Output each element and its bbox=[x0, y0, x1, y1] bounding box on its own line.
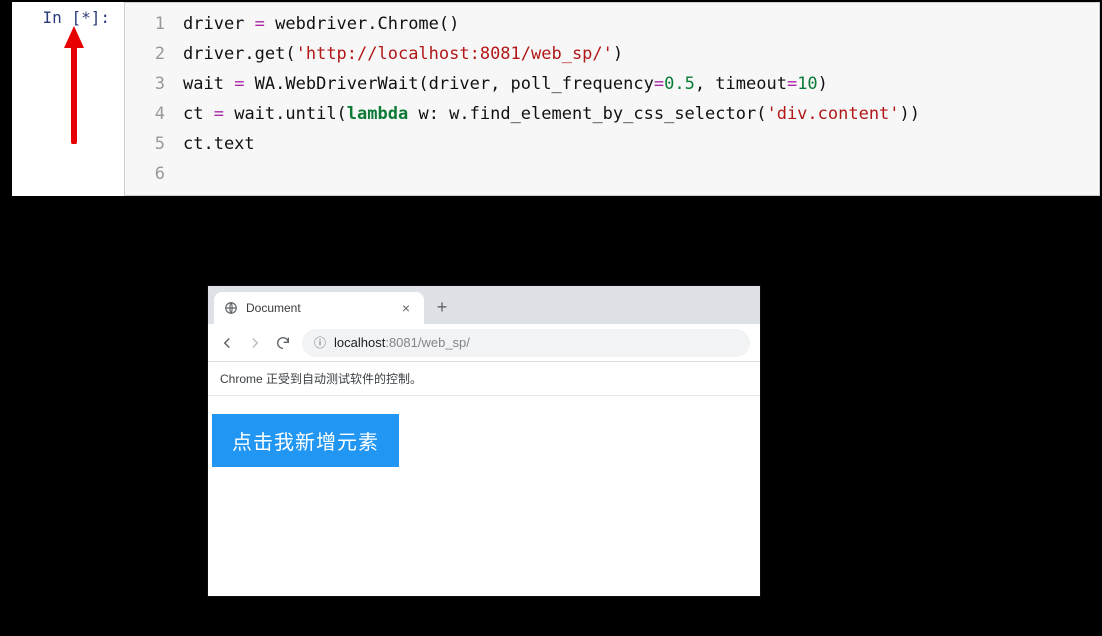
browser-toolbar: ⓘ localhost:8081/web_sp/ bbox=[208, 324, 760, 362]
tab-strip: Document × + bbox=[208, 286, 760, 324]
code-line: driver.get('http://localhost:8081/web_sp… bbox=[183, 39, 1089, 69]
close-tab-icon[interactable]: × bbox=[398, 300, 414, 316]
code-line: ct = wait.until(lambda w: w.find_element… bbox=[183, 99, 1089, 129]
globe-icon bbox=[224, 301, 238, 315]
code-line: ct.text bbox=[183, 129, 1089, 159]
prompt-in-label: In bbox=[43, 8, 72, 27]
line-number: 4 bbox=[155, 104, 165, 124]
code-editor[interactable]: driver = webdriver.Chrome()driver.get('h… bbox=[173, 3, 1099, 195]
reload-button[interactable] bbox=[274, 334, 292, 352]
line-number: 5 bbox=[155, 134, 165, 154]
line-number-gutter: 1 2 3 4 5 6 bbox=[125, 3, 173, 195]
forward-button[interactable] bbox=[246, 334, 264, 352]
automation-infobar: Chrome 正受到自动测试软件的控制。 bbox=[208, 362, 760, 396]
tab-title: Document bbox=[246, 301, 301, 315]
code-line: driver = webdriver.Chrome() bbox=[183, 9, 1089, 39]
cell-prompt: In [*]: bbox=[12, 2, 120, 196]
chrome-browser-window: Document × + ⓘ localhost:8081/web_sp/ Ch… bbox=[208, 286, 760, 596]
prompt-bracket-close: ]: bbox=[91, 8, 110, 27]
code-line: wait = WA.WebDriverWait(driver, poll_fre… bbox=[183, 69, 1089, 99]
line-number: 1 bbox=[155, 14, 165, 34]
line-number: 3 bbox=[155, 74, 165, 94]
tab-document[interactable]: Document × bbox=[214, 292, 424, 324]
line-number: 6 bbox=[155, 164, 165, 184]
url-text: localhost:8081/web_sp/ bbox=[334, 335, 470, 350]
line-number: 2 bbox=[155, 44, 165, 64]
prompt-running-star: * bbox=[81, 8, 91, 27]
infobar-text: Chrome 正受到自动测试软件的控制。 bbox=[220, 372, 422, 386]
site-info-icon[interactable]: ⓘ bbox=[314, 334, 326, 351]
prompt-bracket-open: [ bbox=[71, 8, 81, 27]
back-button[interactable] bbox=[218, 334, 236, 352]
jupyter-code-cell: In [*]: 1 2 3 4 5 6 driver = webdriver.C… bbox=[12, 2, 1100, 196]
add-element-button[interactable]: 点击我新增元素 bbox=[212, 414, 399, 467]
page-viewport: 点击我新增元素 bbox=[208, 396, 760, 596]
new-tab-button[interactable]: + bbox=[428, 293, 456, 321]
address-bar[interactable]: ⓘ localhost:8081/web_sp/ bbox=[302, 329, 750, 357]
code-mirror[interactable]: 1 2 3 4 5 6 driver = webdriver.Chrome()d… bbox=[124, 2, 1100, 196]
